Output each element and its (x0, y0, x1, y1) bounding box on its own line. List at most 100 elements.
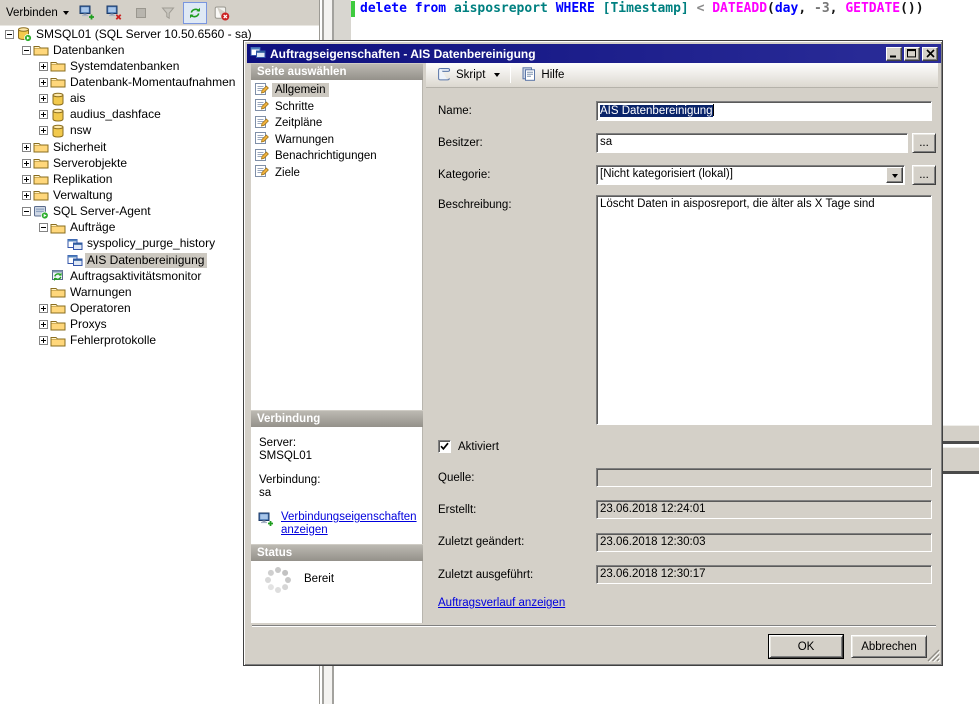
sql-token: WHERE (556, 1, 595, 16)
status-text: Bereit (304, 573, 334, 585)
toolbar-separator (510, 67, 511, 83)
sql-token: aisposreport (454, 1, 548, 16)
expand-icon[interactable] (20, 191, 33, 200)
page-item-benachrichtigungen[interactable]: Benachrichtigungen (251, 148, 422, 165)
sql-token: from (415, 1, 446, 16)
connection-properties-icon (257, 511, 275, 530)
button-separator (252, 625, 936, 627)
refresh-icon[interactable] (183, 2, 207, 24)
monitor-icon (50, 268, 68, 284)
category-browse-button[interactable]: ... (912, 165, 936, 185)
owner-browse-button[interactable]: ... (912, 133, 936, 153)
folder-icon (33, 42, 51, 58)
sql-token: [Timestamp] (603, 1, 689, 16)
help-button[interactable]: Hilfe (517, 64, 568, 87)
page-item-schritte[interactable]: Schritte (251, 99, 422, 116)
folder-icon (50, 58, 68, 74)
combo-dropdown-icon[interactable] (886, 167, 903, 183)
text-cursor (713, 104, 714, 116)
description-textarea[interactable]: Löscht Daten in aisposreport, die älter … (596, 195, 932, 425)
server-value: SMSQL01 (259, 450, 312, 462)
expand-icon[interactable] (20, 159, 33, 168)
expand-icon[interactable] (37, 320, 50, 329)
owner-input[interactable]: sa (596, 133, 908, 153)
source-label: Quelle: (438, 472, 474, 484)
tree-item-label: AIS Datenbereinigung (85, 253, 207, 268)
sql-token (407, 1, 415, 16)
category-label: Kategorie: (438, 169, 490, 181)
job-history-link[interactable]: Auftragsverlauf anzeigen (438, 597, 565, 609)
executed-label: Zuletzt ausgeführt: (438, 569, 533, 581)
stop-icon[interactable] (129, 2, 153, 24)
category-select[interactable]: [Nicht kategorisiert (lokal)] (596, 165, 905, 185)
close-icon[interactable] (922, 47, 938, 61)
collapse-icon[interactable] (20, 46, 33, 55)
expand-icon[interactable] (37, 62, 50, 71)
connection-value: sa (259, 487, 271, 499)
owner-label: Besitzer: (438, 137, 483, 149)
job-icon (67, 236, 85, 252)
disconnect-server-icon[interactable] (102, 2, 126, 24)
connection-properties-link[interactable]: Verbindungseigenschaften anzeigen (281, 511, 413, 537)
sql-token: day (775, 1, 798, 16)
ok-button[interactable]: OK (769, 635, 843, 658)
page-item-ziele[interactable]: Ziele (251, 165, 422, 182)
sql-token: () (900, 1, 916, 16)
script-dropdown-button[interactable]: Skript (432, 64, 504, 87)
collapse-icon[interactable] (37, 223, 50, 232)
database-icon (50, 91, 68, 107)
server-icon (16, 26, 34, 42)
agent-icon (33, 204, 51, 220)
collapse-icon[interactable] (20, 207, 33, 216)
help-book-icon (521, 66, 537, 85)
folder-icon (50, 74, 68, 90)
sql-token (548, 1, 556, 16)
maximize-button[interactable] (904, 47, 920, 61)
script-label: Skript (456, 69, 485, 81)
resize-grip[interactable] (925, 647, 940, 665)
tree-item-label: syspolicy_purge_history (85, 236, 218, 251)
collapse-icon[interactable] (3, 30, 16, 39)
filter-icon[interactable] (156, 2, 180, 24)
expand-icon[interactable] (37, 110, 50, 119)
sql-statement[interactable]: delete from aisposreport WHERE [Timestam… (360, 1, 924, 16)
created-input: 23.06.2018 12:24:01 (596, 500, 932, 519)
page-item-label: Zeitpläne (272, 116, 325, 130)
tree-item-label: nsw (68, 123, 94, 138)
folder-icon (33, 155, 51, 171)
dialog-toolbar: Skript Hilfe (426, 63, 938, 88)
connect-server-icon[interactable] (75, 2, 99, 24)
tree-item-label: Auftragsaktivitätsmonitor (68, 269, 204, 284)
expand-icon[interactable] (37, 304, 50, 313)
expand-icon[interactable] (37, 78, 50, 87)
page-item-allgemein[interactable]: Allgemein (251, 82, 422, 99)
page-item-label: Ziele (272, 166, 303, 180)
connect-label: Verbinden (6, 7, 58, 19)
minimize-button[interactable] (886, 47, 902, 61)
pages-list: AllgemeinSchritteZeitpläne Warnungen Benac… (251, 80, 423, 410)
page-item-warnungen[interactable]: Warnungen (251, 132, 422, 149)
expand-icon[interactable] (20, 175, 33, 184)
folder-icon (50, 317, 68, 333)
description-label: Beschreibung: (438, 199, 512, 211)
disable-script-icon[interactable] (210, 2, 234, 24)
connect-dropdown-button[interactable]: Verbinden (2, 2, 73, 24)
page-item-label: Warnungen (272, 133, 337, 147)
editor-change-bar-icon (351, 1, 355, 17)
sql-token (806, 1, 814, 16)
expand-icon[interactable] (37, 126, 50, 135)
dialog-titlebar[interactable]: Auftragseigenschaften - AIS Datenbereini… (247, 44, 941, 63)
folder-icon (33, 171, 51, 187)
page-item-zeitpläne[interactable]: Zeitpläne (251, 115, 422, 132)
expand-icon[interactable] (37, 94, 50, 103)
cancel-button[interactable]: Abbrechen (851, 635, 927, 658)
expand-icon[interactable] (37, 336, 50, 345)
sql-token: , (798, 1, 806, 16)
tree-item-label: Sicherheit (51, 140, 109, 155)
name-input[interactable]: AIS Datenbereinigung (596, 101, 932, 121)
tree-item-label: SMSQL01 (SQL Server 10.50.6560 - sa) (34, 27, 255, 42)
expand-icon[interactable] (20, 143, 33, 152)
chevron-down-icon (494, 73, 500, 80)
page-item-label: Benachrichtigungen (272, 149, 380, 163)
enabled-checkbox[interactable] (438, 440, 451, 453)
